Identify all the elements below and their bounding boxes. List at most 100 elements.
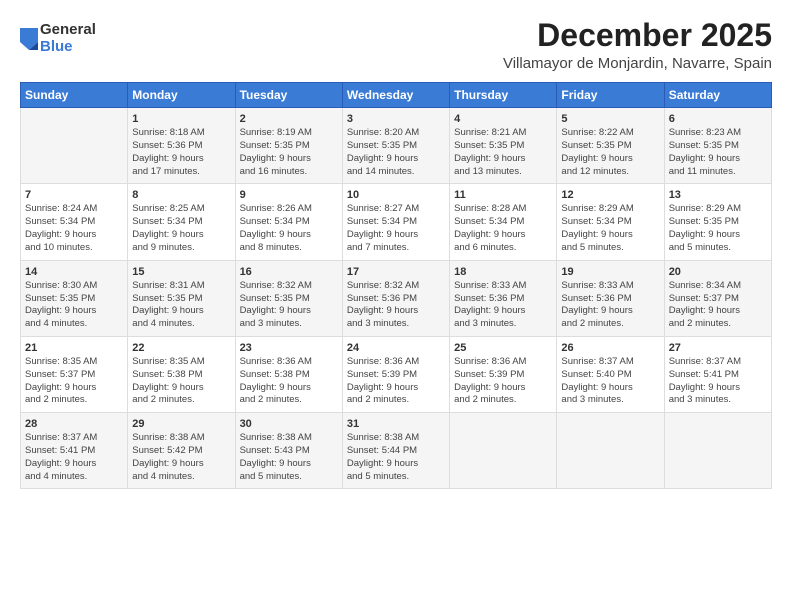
calendar-cell: 16 Sunrise: 8:32 AM Sunset: 5:35 PM Dayli… [235,260,342,336]
calendar-cell [557,413,664,489]
day-info: Sunrise: 8:30 AM Sunset: 5:35 PM Dayligh… [25,280,123,331]
day-number: 22 [132,342,230,354]
location: Villamayor de Monjardin, Navarre, Spain [503,55,772,72]
day-info: Sunrise: 8:33 AM Sunset: 5:36 PM Dayligh… [561,280,659,331]
month-title: December 2025 [503,18,772,53]
day-info: Sunrise: 8:35 AM Sunset: 5:38 PM Dayligh… [132,356,230,407]
calendar-cell [450,413,557,489]
day-info: Sunrise: 8:38 AM Sunset: 5:44 PM Dayligh… [347,432,445,483]
calendar-week-0: 1 Sunrise: 8:18 AM Sunset: 5:36 PM Daylig… [21,108,772,184]
header-wednesday: Wednesday [342,83,449,108]
day-number: 15 [132,266,230,278]
calendar-cell: 21Sunrise: 8:35 AM Sunset: 5:37 PM Dayli… [21,336,128,412]
day-number: 1 [132,113,230,125]
day-number: 28 [25,418,123,430]
logo-general-text: General [40,22,96,39]
day-info: Sunrise: 8:37 AM Sunset: 5:41 PM Dayligh… [25,432,123,483]
page-container: General Blue December 2025 Villamayor de… [0,0,792,499]
calendar-cell: 7 Sunrise: 8:24 AM Sunset: 5:34 PM Daylig… [21,184,128,260]
day-number: 8 [132,189,230,201]
day-number: 27 [669,342,767,354]
day-info: Sunrise: 8:20 AM Sunset: 5:35 PM Dayligh… [347,127,445,178]
title-area: December 2025 Villamayor de Monjardin, N… [503,18,772,72]
calendar-cell: 29 Sunrise: 8:38 AM Sunset: 5:42 PM Dayli… [128,413,235,489]
calendar-cell: 31 Sunrise: 8:38 AM Sunset: 5:44 PM Dayli… [342,413,449,489]
day-info: Sunrise: 8:36 AM Sunset: 5:39 PM Dayligh… [454,356,552,407]
day-info: Sunrise: 8:33 AM Sunset: 5:36 PM Dayligh… [454,280,552,331]
calendar-cell: 20Sunrise: 8:34 AM Sunset: 5:37 PM Dayli… [664,260,771,336]
day-number: 14 [25,266,123,278]
day-number: 29 [132,418,230,430]
header-saturday: Saturday [664,83,771,108]
day-number: 13 [669,189,767,201]
day-info: Sunrise: 8:32 AM Sunset: 5:36 PM Dayligh… [347,280,445,331]
day-number: 16 [240,266,338,278]
calendar-cell [664,413,771,489]
calendar-week-4: 28 Sunrise: 8:37 AM Sunset: 5:41 PM Dayli… [21,413,772,489]
header: General Blue December 2025 Villamayor de… [20,18,772,72]
day-number: 25 [454,342,552,354]
day-number: 5 [561,113,659,125]
calendar-cell: 17 Sunrise: 8:32 AM Sunset: 5:36 PM Dayli… [342,260,449,336]
calendar-header: SundayMondayTuesdayWednesdayThursdayFrid… [21,83,772,108]
calendar-cell: 2 Sunrise: 8:19 AM Sunset: 5:35 PM Daylig… [235,108,342,184]
header-row: SundayMondayTuesdayWednesdayThursdayFrid… [21,83,772,108]
header-sunday: Sunday [21,83,128,108]
day-info: Sunrise: 8:34 AM Sunset: 5:37 PM Dayligh… [669,280,767,331]
day-number: 24 [347,342,445,354]
day-info: Sunrise: 8:28 AM Sunset: 5:34 PM Dayligh… [454,203,552,254]
day-number: 31 [347,418,445,430]
day-number: 11 [454,189,552,201]
calendar-cell: 19Sunrise: 8:33 AM Sunset: 5:36 PM Dayli… [557,260,664,336]
calendar-week-3: 21Sunrise: 8:35 AM Sunset: 5:37 PM Dayli… [21,336,772,412]
calendar-cell: 15Sunrise: 8:31 AM Sunset: 5:35 PM Dayli… [128,260,235,336]
header-friday: Friday [557,83,664,108]
day-info: Sunrise: 8:36 AM Sunset: 5:38 PM Dayligh… [240,356,338,407]
day-number: 2 [240,113,338,125]
calendar-cell: 11 Sunrise: 8:28 AM Sunset: 5:34 PM Dayli… [450,184,557,260]
day-number: 6 [669,113,767,125]
calendar-week-1: 7 Sunrise: 8:24 AM Sunset: 5:34 PM Daylig… [21,184,772,260]
day-info: Sunrise: 8:23 AM Sunset: 5:35 PM Dayligh… [669,127,767,178]
calendar-cell: 5 Sunrise: 8:22 AM Sunset: 5:35 PM Daylig… [557,108,664,184]
day-info: Sunrise: 8:29 AM Sunset: 5:35 PM Dayligh… [669,203,767,254]
calendar-cell: 30 Sunrise: 8:38 AM Sunset: 5:43 PM Dayli… [235,413,342,489]
header-tuesday: Tuesday [235,83,342,108]
header-monday: Monday [128,83,235,108]
calendar-cell: 24 Sunrise: 8:36 AM Sunset: 5:39 PM Dayli… [342,336,449,412]
day-info: Sunrise: 8:21 AM Sunset: 5:35 PM Dayligh… [454,127,552,178]
calendar-cell [21,108,128,184]
day-info: Sunrise: 8:36 AM Sunset: 5:39 PM Dayligh… [347,356,445,407]
day-info: Sunrise: 8:32 AM Sunset: 5:35 PM Dayligh… [240,280,338,331]
day-info: Sunrise: 8:22 AM Sunset: 5:35 PM Dayligh… [561,127,659,178]
day-number: 17 [347,266,445,278]
day-number: 3 [347,113,445,125]
logo-text: General Blue [40,22,96,55]
calendar-cell: 6 Sunrise: 8:23 AM Sunset: 5:35 PM Daylig… [664,108,771,184]
day-info: Sunrise: 8:38 AM Sunset: 5:43 PM Dayligh… [240,432,338,483]
day-number: 30 [240,418,338,430]
day-info: Sunrise: 8:18 AM Sunset: 5:36 PM Dayligh… [132,127,230,178]
day-number: 21 [25,342,123,354]
calendar-cell: 10 Sunrise: 8:27 AM Sunset: 5:34 PM Dayli… [342,184,449,260]
day-info: Sunrise: 8:24 AM Sunset: 5:34 PM Dayligh… [25,203,123,254]
day-number: 12 [561,189,659,201]
calendar-body: 1 Sunrise: 8:18 AM Sunset: 5:36 PM Daylig… [21,108,772,489]
day-number: 23 [240,342,338,354]
day-info: Sunrise: 8:38 AM Sunset: 5:42 PM Dayligh… [132,432,230,483]
day-info: Sunrise: 8:29 AM Sunset: 5:34 PM Dayligh… [561,203,659,254]
day-info: Sunrise: 8:37 AM Sunset: 5:40 PM Dayligh… [561,356,659,407]
day-number: 10 [347,189,445,201]
day-info: Sunrise: 8:19 AM Sunset: 5:35 PM Dayligh… [240,127,338,178]
day-info: Sunrise: 8:26 AM Sunset: 5:34 PM Dayligh… [240,203,338,254]
day-number: 7 [25,189,123,201]
logo: General Blue [20,22,96,55]
calendar-week-2: 14 Sunrise: 8:30 AM Sunset: 5:35 PM Dayli… [21,260,772,336]
calendar-table: SundayMondayTuesdayWednesdayThursdayFrid… [20,82,772,489]
calendar-cell: 22 Sunrise: 8:35 AM Sunset: 5:38 PM Dayli… [128,336,235,412]
calendar-cell: 18 Sunrise: 8:33 AM Sunset: 5:36 PM Dayli… [450,260,557,336]
day-number: 18 [454,266,552,278]
day-info: Sunrise: 8:27 AM Sunset: 5:34 PM Dayligh… [347,203,445,254]
calendar-cell: 8Sunrise: 8:25 AM Sunset: 5:34 PM Daylig… [128,184,235,260]
day-number: 9 [240,189,338,201]
